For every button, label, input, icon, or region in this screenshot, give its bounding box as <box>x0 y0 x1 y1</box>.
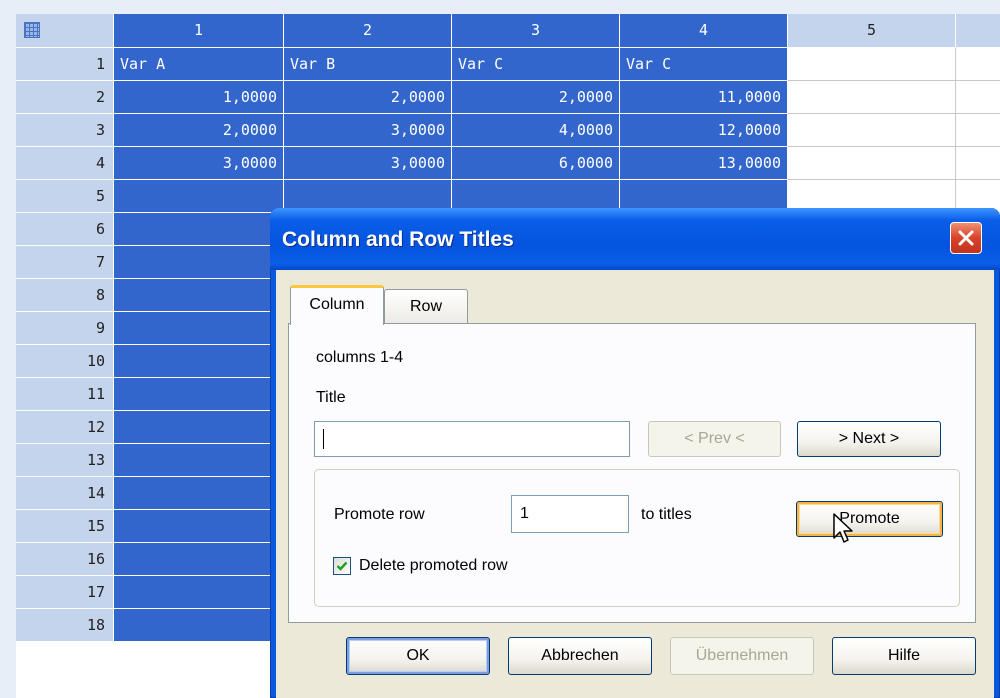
promote-row-label: Promote row <box>334 506 425 523</box>
cell-r10-c1[interactable] <box>114 345 284 378</box>
cell-r7-c1[interactable] <box>114 246 284 279</box>
row-header-15[interactable]: 15 <box>16 510 114 543</box>
cell-r4-c4[interactable]: 13,0000 <box>620 147 788 180</box>
title-input[interactable] <box>314 421 630 457</box>
cell-r18-c1[interactable] <box>114 609 284 642</box>
tab-panel-column: columns 1-4 Title < Prev < > Next > Prom… <box>288 323 976 623</box>
row-header-10[interactable]: 10 <box>16 345 114 378</box>
row-header-9[interactable]: 9 <box>16 312 114 345</box>
cell-r2-c2[interactable]: 2,0000 <box>284 81 452 114</box>
close-x-icon <box>958 230 974 246</box>
cell-r3-c3[interactable]: 4,0000 <box>452 114 620 147</box>
cell-r13-c1[interactable] <box>114 444 284 477</box>
column-header-5[interactable]: 5 <box>788 14 956 48</box>
cell-r4-c2[interactable]: 3,0000 <box>284 147 452 180</box>
dialog-title: Column and Row Titles <box>282 228 514 251</box>
dialog-titlebar[interactable]: Column and Row Titles <box>270 208 1000 270</box>
promote-button[interactable]: Promote <box>796 501 943 537</box>
column-header-6[interactable] <box>956 14 1000 48</box>
row-header-13[interactable]: 13 <box>16 444 114 477</box>
row-header-17[interactable]: 17 <box>16 576 114 609</box>
checkmark-icon <box>336 561 348 571</box>
close-button[interactable] <box>950 222 982 254</box>
dialog-body: Row Column columns 1-4 Title < Prev < > … <box>276 270 994 698</box>
selection-info: columns 1-4 <box>316 349 404 366</box>
cell-r4-c5[interactable] <box>788 147 956 180</box>
promote-groupbox <box>314 469 960 607</box>
cell-r4-c1[interactable]: 3,0000 <box>114 147 284 180</box>
text-caret <box>323 428 324 449</box>
row-header-11[interactable]: 11 <box>16 378 114 411</box>
cell-r2-c5[interactable] <box>788 81 956 114</box>
row-header-2[interactable]: 2 <box>16 81 114 114</box>
grid-icon <box>24 22 40 38</box>
row-header-18[interactable]: 18 <box>16 609 114 642</box>
cell-r5-c1[interactable] <box>114 180 284 213</box>
cell-r2-c1[interactable]: 1,0000 <box>114 81 284 114</box>
cell-r1-c5[interactable] <box>788 48 956 81</box>
column-row-titles-dialog: Column and Row Titles Row Column columns… <box>270 208 1000 698</box>
tab-column[interactable]: Column <box>290 285 384 325</box>
delete-promoted-checkbox[interactable] <box>333 557 351 575</box>
title-label: Title <box>316 389 346 406</box>
column-header-2[interactable]: 2 <box>284 14 452 48</box>
cell-r12-c1[interactable] <box>114 411 284 444</box>
cell-r3-c2[interactable]: 3,0000 <box>284 114 452 147</box>
mouse-pointer-icon <box>833 513 853 543</box>
row-header-7[interactable]: 7 <box>16 246 114 279</box>
cell-r3-c1[interactable]: 2,0000 <box>114 114 284 147</box>
cell-r15-c1[interactable] <box>114 510 284 543</box>
cell-r1-c4[interactable]: Var C <box>620 48 788 81</box>
cell-r1-c6[interactable] <box>956 48 1000 81</box>
toolbar-strip <box>0 0 1000 14</box>
promote-row-input[interactable]: 1 <box>511 495 629 533</box>
help-button[interactable]: Hilfe <box>832 637 976 675</box>
cell-r1-c1[interactable]: Var A <box>114 48 284 81</box>
row-header-3[interactable]: 3 <box>16 114 114 147</box>
cell-r6-c1[interactable] <box>114 213 284 246</box>
cell-r2-c4[interactable]: 11,0000 <box>620 81 788 114</box>
row-header-4[interactable]: 4 <box>16 147 114 180</box>
delete-promoted-label[interactable]: Delete promoted row <box>359 557 508 575</box>
to-titles-label: to titles <box>641 506 692 523</box>
row-header-8[interactable]: 8 <box>16 279 114 312</box>
cell-r11-c1[interactable] <box>114 378 284 411</box>
next-button[interactable]: > Next > <box>797 421 941 457</box>
cell-r16-c1[interactable] <box>114 543 284 576</box>
cell-r4-c6[interactable] <box>956 147 1000 180</box>
column-header-1[interactable]: 1 <box>114 14 284 48</box>
cell-r3-c6[interactable] <box>956 114 1000 147</box>
select-all-corner[interactable] <box>16 14 114 48</box>
cell-r2-c3[interactable]: 2,0000 <box>452 81 620 114</box>
ok-button[interactable]: OK <box>346 637 490 675</box>
row-header-6[interactable]: 6 <box>16 213 114 246</box>
cell-r4-c3[interactable]: 6,0000 <box>452 147 620 180</box>
tab-row[interactable]: Row <box>384 289 468 323</box>
cancel-button[interactable]: Abbrechen <box>508 637 652 675</box>
row-header-5[interactable]: 5 <box>16 180 114 213</box>
left-margin <box>0 14 16 698</box>
column-header-4[interactable]: 4 <box>620 14 788 48</box>
cell-r2-c6[interactable] <box>956 81 1000 114</box>
cell-r1-c2[interactable]: Var B <box>284 48 452 81</box>
row-header-14[interactable]: 14 <box>16 477 114 510</box>
prev-button[interactable]: < Prev < <box>648 421 781 457</box>
cell-r9-c1[interactable] <box>114 312 284 345</box>
row-header-1[interactable]: 1 <box>16 48 114 81</box>
cell-r3-c4[interactable]: 12,0000 <box>620 114 788 147</box>
cell-r3-c5[interactable] <box>788 114 956 147</box>
cell-r14-c1[interactable] <box>114 477 284 510</box>
column-header-3[interactable]: 3 <box>452 14 620 48</box>
cell-r1-c3[interactable]: Var C <box>452 48 620 81</box>
apply-button[interactable]: Übernehmen <box>670 637 814 675</box>
cell-r17-c1[interactable] <box>114 576 284 609</box>
row-header-12[interactable]: 12 <box>16 411 114 444</box>
cell-r8-c1[interactable] <box>114 279 284 312</box>
row-header-16[interactable]: 16 <box>16 543 114 576</box>
